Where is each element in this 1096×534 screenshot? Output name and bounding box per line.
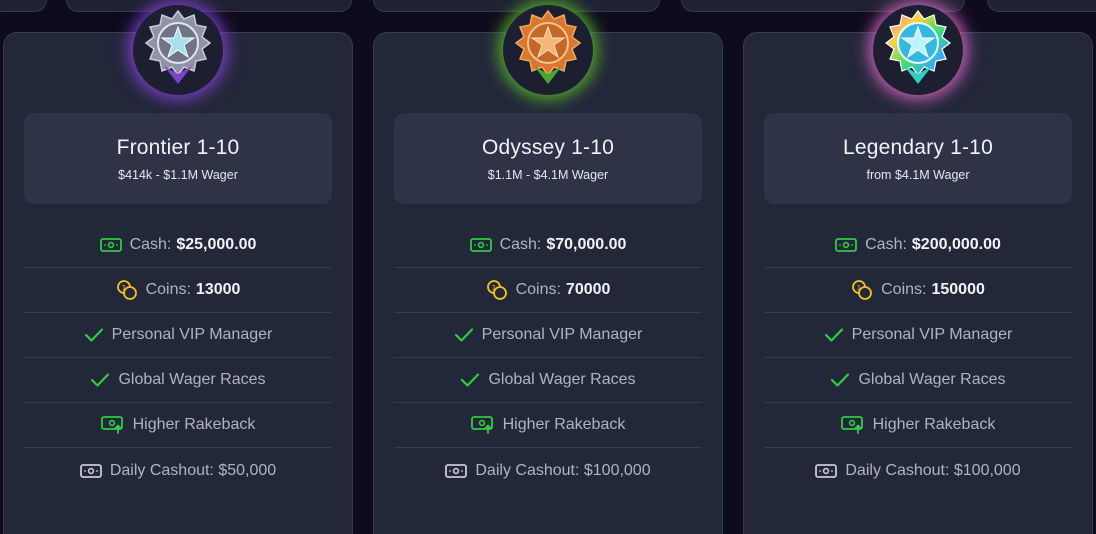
perk-vip-manager-label: Personal VIP Manager (851, 326, 1013, 343)
perk-daily-cashout-label: Daily Cashout: $100,000 (475, 461, 651, 479)
coins-icon: 1 (486, 279, 508, 301)
check-icon (454, 327, 474, 343)
perk-cash: Cash: $200,000.00 (764, 223, 1072, 268)
rakeback-icon (840, 416, 865, 434)
perk-vip-manager-label: Personal VIP Manager (481, 326, 643, 343)
check-icon (90, 372, 110, 388)
perk-vip-manager-label: Personal VIP Manager (111, 326, 273, 343)
perk-vip-manager: Personal VIP Manager (764, 313, 1072, 358)
tier-name: Legendary 1-10 (843, 135, 993, 159)
perk-cash-value: $70,000.00 (546, 236, 627, 253)
perk-daily-cashout: Daily Cashout: $100,000 (764, 448, 1072, 493)
frontier-badge-icon (133, 5, 223, 95)
tier-card-odyssey: Odyssey 1-10 $1.1M - $4.1M Wager Cash: $… (373, 5, 723, 534)
perk-coins-value: 150000 (931, 281, 985, 298)
tier-name: Frontier 1-10 (116, 135, 240, 159)
tier-header: Frontier 1-10 $414k - $1.1M Wager (24, 113, 332, 204)
perk-daily-cashout: Daily Cashout: $100,000 (394, 448, 702, 493)
perk-rakeback-label: Higher Rakeback (132, 416, 256, 433)
legendary-badge-icon (873, 5, 963, 95)
tier-header: Legendary 1-10 from $4.1M Wager (764, 113, 1072, 204)
perk-vip-manager: Personal VIP Manager (24, 313, 332, 358)
perk-rakeback: Higher Rakeback (24, 403, 332, 448)
perk-rakeback-label: Higher Rakeback (502, 416, 626, 433)
odyssey-badge-icon (503, 5, 593, 95)
cash-note-icon (99, 238, 122, 252)
perk-rakeback: Higher Rakeback (394, 403, 702, 448)
perk-coins-label: Coins: (515, 281, 561, 298)
rakeback-icon (470, 416, 495, 434)
check-icon (460, 372, 480, 388)
tier-wager-range: from $4.1M Wager (866, 167, 970, 182)
perk-cash: Cash: $70,000.00 (394, 223, 702, 268)
coins-icon: 1 (851, 279, 873, 301)
perk-daily-cashout: Daily Cashout: $50,000 (24, 448, 332, 493)
tier-card-legendary: Legendary 1-10 from $4.1M Wager Cash: $2… (743, 5, 1093, 534)
perk-rakeback: Higher Rakeback (764, 403, 1072, 448)
perk-cash-value: $25,000.00 (176, 236, 257, 253)
perk-list: Cash: $70,000.00 1 Coins: 70000 Personal… (394, 223, 702, 493)
perk-wager-races: Global Wager Races (764, 358, 1072, 403)
svg-text:1: 1 (121, 284, 125, 292)
perk-cash: Cash: $25,000.00 (24, 223, 332, 268)
perk-coins-label: Coins: (881, 281, 927, 298)
perk-wager-races-label: Global Wager Races (118, 371, 266, 388)
perk-vip-manager: Personal VIP Manager (394, 313, 702, 358)
check-icon (84, 327, 104, 343)
tier-card-frontier: Frontier 1-10 $414k - $1.1M Wager Cash: … (3, 5, 353, 534)
perk-cash-label: Cash: (865, 236, 907, 253)
perk-coins: 1 Coins: 70000 (394, 268, 702, 313)
cashout-note-icon (79, 463, 102, 478)
perk-coins-label: Coins: (145, 281, 191, 298)
perk-wager-races-label: Global Wager Races (858, 371, 1006, 388)
vip-tiers-section: Frontier 1-10 $414k - $1.1M Wager Cash: … (0, 0, 1096, 534)
svg-text:1: 1 (857, 284, 861, 292)
perk-coins-value: 70000 (565, 281, 611, 298)
tier-name: Odyssey 1-10 (482, 135, 614, 159)
cash-note-icon (835, 238, 858, 252)
perk-cash-label: Cash: (499, 236, 542, 253)
perk-cash-value: $200,000.00 (911, 236, 1001, 253)
perk-cash-label: Cash: (129, 236, 172, 253)
perk-daily-cashout-label: Daily Cashout: $50,000 (109, 461, 277, 479)
perk-wager-races-label: Global Wager Races (488, 371, 636, 388)
perk-coins: 1 Coins: 13000 (24, 268, 332, 313)
cash-note-icon (469, 238, 492, 252)
check-icon (824, 327, 844, 343)
cashout-note-icon (445, 463, 468, 478)
tier-wager-range: $1.1M - $4.1M Wager (487, 167, 609, 182)
perk-coins: 1 Coins: 150000 (764, 268, 1072, 313)
coins-icon: 1 (116, 279, 138, 301)
perk-list: Cash: $200,000.00 1 Coins: 150000 Person… (764, 223, 1072, 493)
perk-coins-value: 13000 (195, 281, 241, 298)
perk-list: Cash: $25,000.00 1 Coins: 13000 Personal… (24, 223, 332, 493)
tier-wager-range: $414k - $1.1M Wager (118, 167, 238, 182)
perk-wager-races: Global Wager Races (24, 358, 332, 403)
perk-daily-cashout-label: Daily Cashout: $100,000 (845, 461, 1021, 479)
tier-header: Odyssey 1-10 $1.1M - $4.1M Wager (394, 113, 702, 204)
cashout-note-icon (815, 463, 838, 478)
perk-wager-races: Global Wager Races (394, 358, 702, 403)
previous-card-bottom (0, 0, 47, 12)
check-icon (830, 372, 850, 388)
previous-card-bottom (987, 0, 1096, 12)
rakeback-icon (100, 416, 125, 434)
svg-text:1: 1 (491, 284, 495, 292)
perk-rakeback-label: Higher Rakeback (872, 416, 996, 433)
